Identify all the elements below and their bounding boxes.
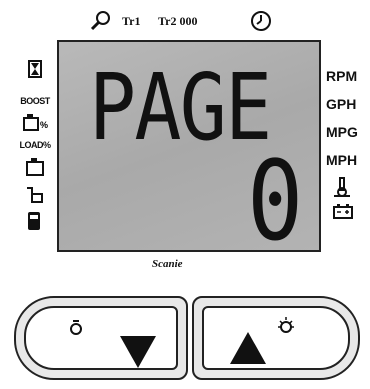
up-arrow-icon — [228, 330, 268, 371]
oil-icon — [14, 184, 56, 208]
brand-logo: Scanie — [152, 258, 183, 270]
fuel-icon — [14, 210, 56, 234]
top-indicator-row: Tr1 Tr2 000 — [90, 10, 280, 32]
down-arrow-icon — [118, 334, 158, 375]
battery-icon — [332, 202, 370, 223]
bulb-icon — [68, 318, 84, 341]
display-line-1: PAGE — [89, 54, 272, 161]
lcd-display: PAGE 0 — [57, 40, 321, 256]
gph-label: GPH — [326, 96, 357, 112]
down-button-face[interactable] — [24, 306, 178, 370]
trip1-label: Tr1 — [122, 14, 141, 28]
mph-label: MPH — [326, 152, 358, 168]
down-button[interactable] — [14, 296, 188, 380]
engine-temp-icon — [14, 156, 56, 180]
svg-text:%: % — [40, 120, 48, 130]
magnifier-icon — [90, 10, 112, 37]
clock-icon — [250, 10, 272, 37]
boost-label: BOOST — [20, 96, 50, 106]
rpm-label: RPM — [326, 68, 358, 84]
load-percent-label: LOAD% — [19, 140, 52, 150]
trip2-label: Tr2 000 — [158, 14, 198, 28]
engine-percent-icon: % — [14, 112, 56, 134]
hourglass-icon — [14, 60, 56, 80]
up-button-face[interactable] — [202, 306, 350, 370]
mpg-label: MPG — [326, 124, 358, 140]
display-line-2: 0 — [247, 137, 303, 265]
light-icon — [276, 316, 296, 341]
thermometer-icon — [332, 176, 370, 201]
up-button[interactable] — [192, 296, 360, 380]
